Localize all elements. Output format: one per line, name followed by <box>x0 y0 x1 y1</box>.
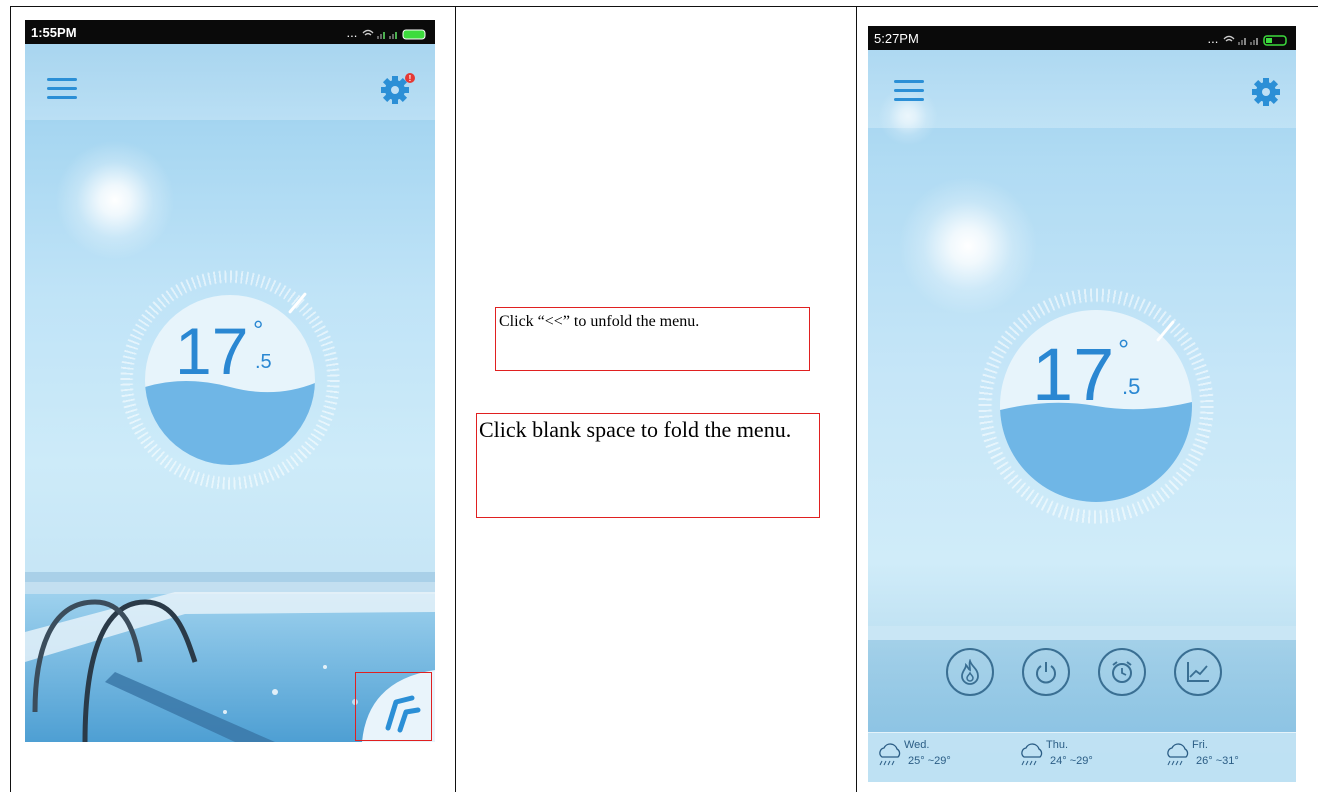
table-divider-1 <box>455 6 456 792</box>
status-time: 5:27PM <box>874 31 919 46</box>
temperature-value: 17 <box>175 314 249 388</box>
forecast-range: 24° ~29° <box>1050 755 1093 767</box>
table-border-top <box>10 6 1318 7</box>
menu-hamburger-icon[interactable] <box>894 80 924 102</box>
temperature-dial[interactable]: 17 ° .5 <box>978 288 1214 524</box>
note-fold-text: Click blank space to fold the menu. <box>479 417 792 442</box>
degree-symbol: ° <box>253 315 264 345</box>
right-phone-screen: 5:27PM ... 17 ° .5 Wed. 25° ~29° Thu. 24… <box>868 26 1296 782</box>
dial-inner: 17 ° .5 <box>1000 310 1192 502</box>
rain-cloud-icon <box>1167 743 1189 766</box>
flame-icon <box>961 659 979 685</box>
power-button[interactable] <box>1022 648 1070 696</box>
alarm-clock-icon <box>1112 661 1132 683</box>
rain-cloud-icon <box>1021 743 1043 766</box>
sun-glare <box>898 176 1038 316</box>
forecast-day: Wed. <box>904 739 930 751</box>
sun-glare <box>55 140 175 260</box>
temperature-value: 17 <box>1032 333 1115 416</box>
wifi-signal-battery-icon <box>1223 34 1287 46</box>
wifi-signal-battery-icon <box>362 29 426 40</box>
table-border-left <box>10 6 11 792</box>
forecast-day: Thu. <box>1046 739 1069 751</box>
power-icon <box>1036 662 1056 684</box>
status-time: 1:55PM <box>31 25 77 40</box>
status-bar: 5:27PM ... <box>868 26 1296 50</box>
rain-cloud-icon <box>879 743 901 766</box>
forecast-range: 25° ~29° <box>908 755 951 767</box>
status-bar: 1:55PM ... <box>25 20 435 44</box>
forecast-day: Fri. <box>1192 739 1208 751</box>
status-icons: ... <box>346 25 429 40</box>
statistics-button[interactable] <box>1174 648 1222 696</box>
settings-gear-icon[interactable]: ! <box>379 72 419 111</box>
chart-icon <box>1187 662 1209 682</box>
dial-inner: 17 ° .5 <box>145 295 315 465</box>
horizon-line <box>868 626 1296 640</box>
note-box-fold: Click blank space to fold the menu. <box>476 413 820 518</box>
temperature-decimal: .5 <box>1122 374 1141 399</box>
degree-symbol: ° <box>1118 334 1130 365</box>
menu-hamburger-icon[interactable] <box>47 78 77 100</box>
status-dots: ... <box>346 25 358 40</box>
settings-gear-icon[interactable] <box>1250 76 1282 113</box>
forecast-bar: Wed. 25° ~29° Thu. 24° ~29° Fri. 26° ~31… <box>868 732 1296 782</box>
note-unfold-text: Click “<<” to unfold the menu. <box>499 313 700 330</box>
temperature-dial[interactable]: 17 ° .5 <box>120 270 340 490</box>
status-dots: ... <box>1207 31 1219 46</box>
note-box-unfold: Click “<<” to unfold the menu. <box>495 307 810 371</box>
timer-button[interactable] <box>1098 648 1146 696</box>
table-divider-2 <box>856 6 857 792</box>
app-header <box>25 44 435 120</box>
left-phone-screen: 1:55PM ... ! 17 ° .5 <box>25 20 435 742</box>
highlight-unfold-button <box>355 672 432 741</box>
forecast-range: 26° ~31° <box>1196 755 1239 767</box>
temperature-decimal: .5 <box>255 351 272 373</box>
forecast-wed: Wed. 25° ~29° <box>876 739 996 779</box>
forecast-thu: Thu. 24° ~29° <box>1018 739 1138 779</box>
status-icons: ... <box>1207 31 1290 46</box>
svg-text:!: ! <box>409 74 412 83</box>
forecast-fri: Fri. 26° ~31° <box>1164 739 1284 779</box>
heating-mode-button[interactable] <box>946 648 994 696</box>
